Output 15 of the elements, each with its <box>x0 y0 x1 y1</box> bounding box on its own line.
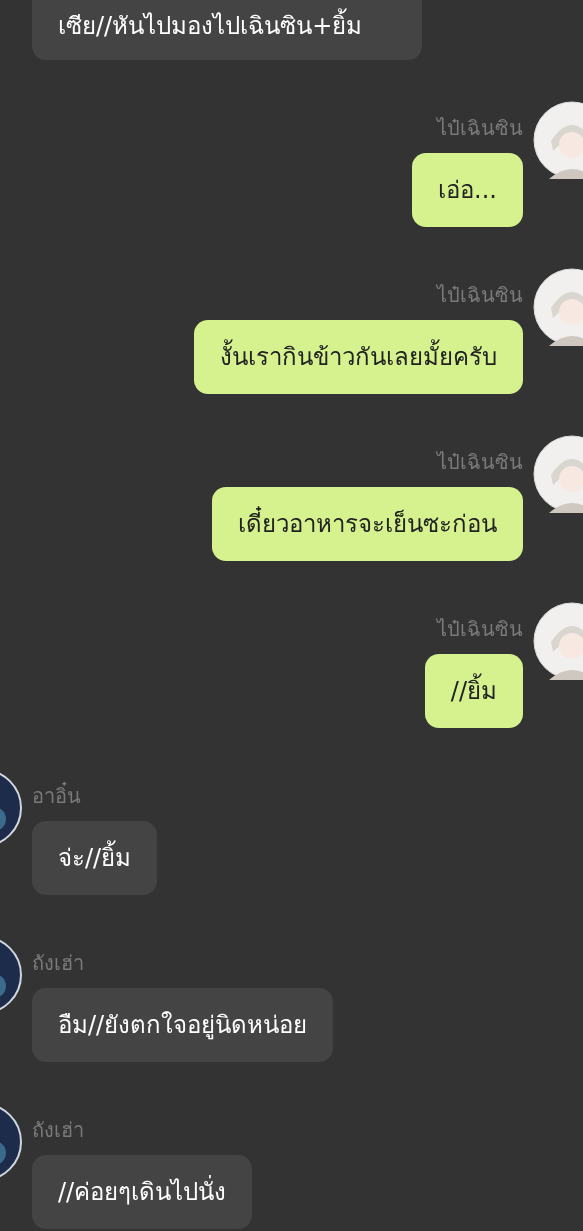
sender-name: ไป๋เฉินซิน <box>437 449 523 475</box>
message-bubble: เซีย//หันไปมองไปเฉินซิน+ยิ้ม <box>32 0 423 60</box>
message-bubble: อืม//ยังตกใจอยู่นิดหน่อย <box>32 988 334 1062</box>
sender-name: ไป๋เฉินซิน <box>437 616 523 642</box>
sender-name: ถังเฮ่า <box>32 950 84 976</box>
sender-name: ไป๋เฉินซิน <box>437 115 523 141</box>
message-bubble: //ยิ้ม <box>424 654 523 728</box>
message-bubble: งั้นเรากินข้าวกันเลยมั้ยครับ <box>194 320 523 394</box>
message-bubble: เอ่อ... <box>412 153 523 227</box>
message-bubble: เดี๋ยวอาหารจะเย็นซะก่อน <box>212 487 523 561</box>
sender-name: ถังเฮ่า <box>32 1117 84 1143</box>
message-bubble: จ่ะ//ยิ้ม <box>32 821 158 895</box>
sender-name: อาอิ๋น <box>32 783 81 809</box>
message-bubble: //ค่อยๆเดินไปนั่ง <box>32 1155 253 1229</box>
sender-name: ไป๋เฉินซิน <box>437 282 523 308</box>
